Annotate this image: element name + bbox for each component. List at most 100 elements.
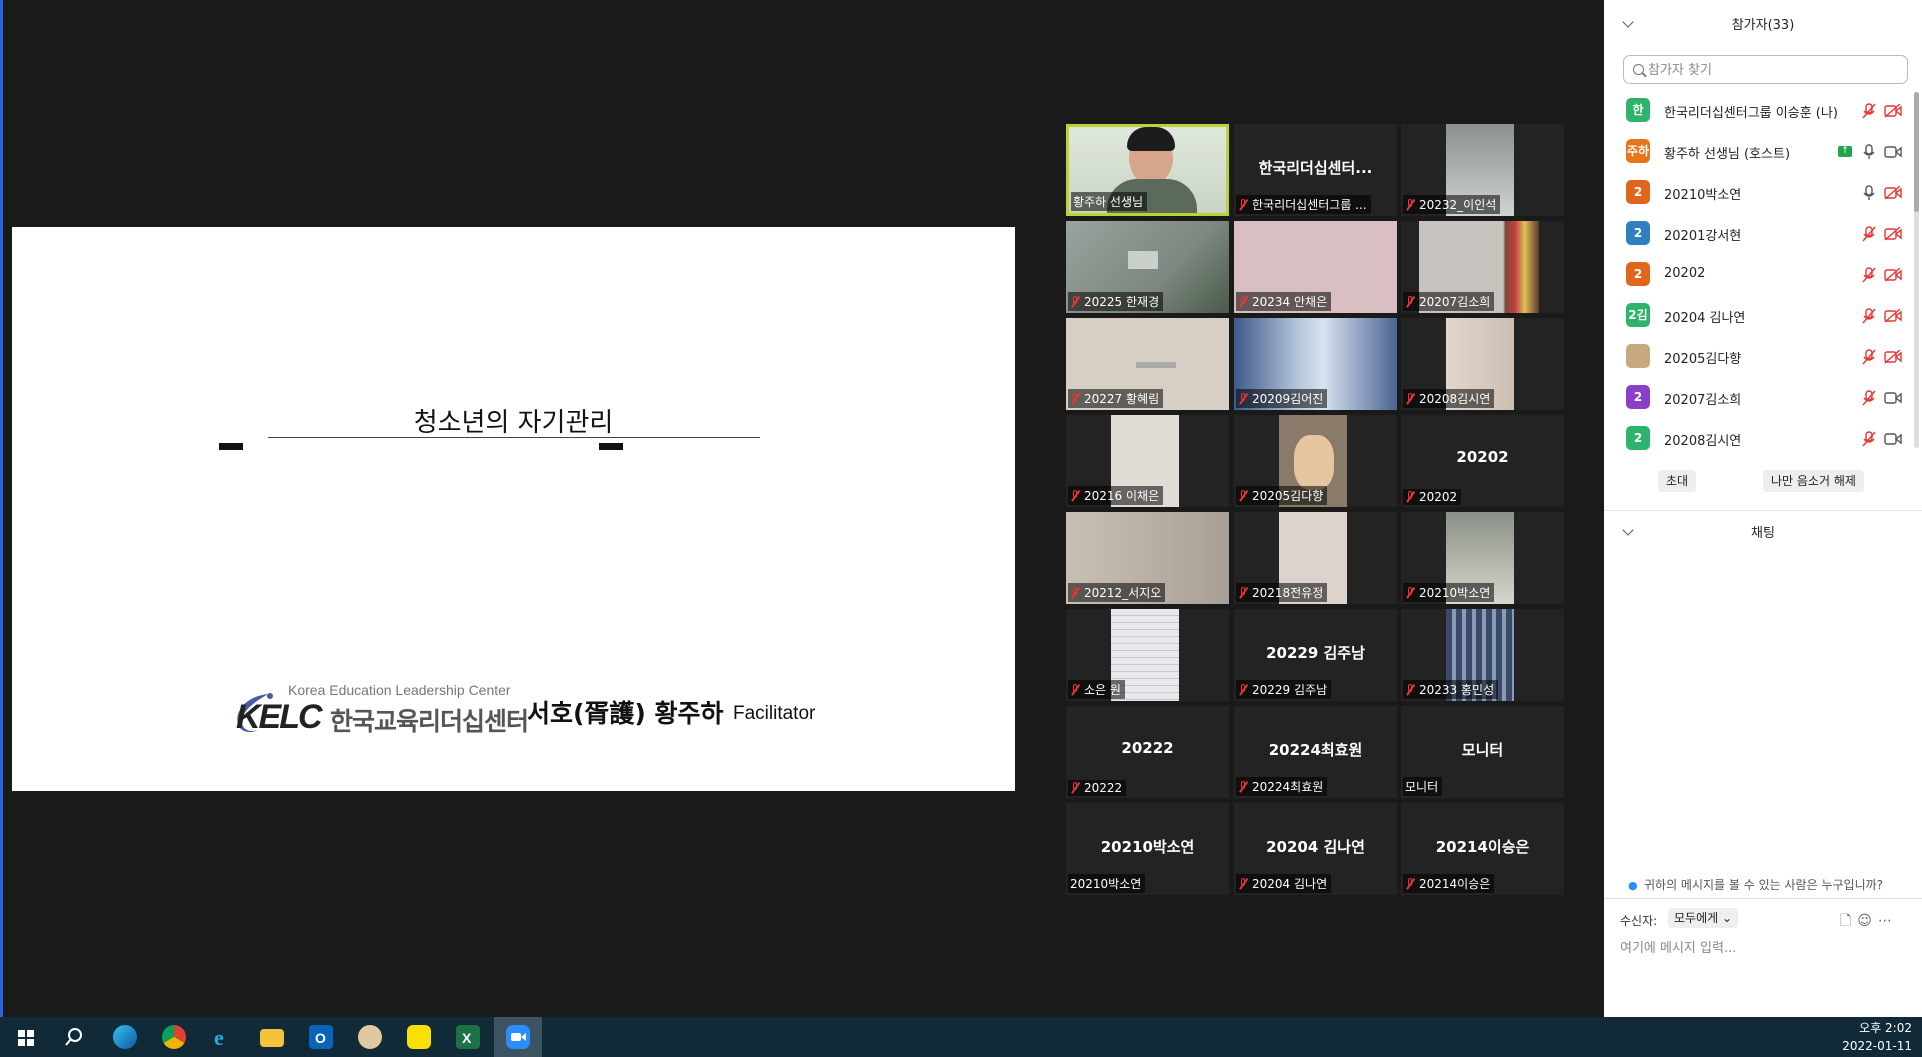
kakaotalk-icon[interactable] bbox=[407, 1025, 431, 1049]
muted-mic-icon[interactable] bbox=[1862, 431, 1876, 447]
outlook-icon[interactable]: O bbox=[309, 1025, 333, 1049]
video-tile[interactable]: 소은 원 bbox=[1066, 609, 1229, 701]
search-icon[interactable] bbox=[62, 1025, 86, 1049]
participant-list: 한 한국리더십센터그룹 이승훈 (나) 주하 황주하 선생님 (호스트) ↑ 2 20210… bbox=[1604, 92, 1922, 461]
participant-name: 20201강서현 bbox=[1664, 229, 1742, 244]
camera-off-icon[interactable] bbox=[1884, 350, 1902, 364]
participant-avatar: 2 bbox=[1626, 180, 1650, 204]
muted-mic-icon[interactable] bbox=[1862, 349, 1876, 365]
video-tile[interactable]: 20227 황혜림 bbox=[1066, 318, 1229, 410]
video-tile[interactable]: 20229 김주남 20229 김주남 bbox=[1234, 609, 1397, 701]
video-tile[interactable]: 20202 20202 bbox=[1401, 415, 1564, 507]
muted-mic-icon[interactable] bbox=[1862, 226, 1876, 242]
recipient-dropdown[interactable]: 모두에게 ⌄ bbox=[1668, 908, 1739, 928]
participants-header: 참가자(33) bbox=[1731, 18, 1795, 33]
file-explorer-icon[interactable] bbox=[260, 1029, 284, 1047]
camera-off-icon[interactable] bbox=[1884, 186, 1902, 200]
chat-message-input[interactable] bbox=[1618, 936, 1912, 960]
tile-name-text: 한국리더십센터그룹 ... bbox=[1252, 198, 1367, 212]
camera-off-icon[interactable] bbox=[1884, 268, 1902, 282]
participant-list-scrollbar[interactable] bbox=[1914, 92, 1919, 448]
participant-row[interactable]: 2김 20204 김나연 bbox=[1604, 297, 1922, 338]
camera-off-icon[interactable] bbox=[1884, 227, 1902, 241]
zoom-icon[interactable] bbox=[506, 1025, 530, 1049]
camera-icon[interactable] bbox=[1884, 145, 1902, 159]
video-tile[interactable]: 모니터 모니터 bbox=[1401, 706, 1564, 798]
mic-icon[interactable] bbox=[1862, 185, 1876, 201]
zoom-meeting-window: 청소년의 자기관리 Korea Education Leadership Cen… bbox=[0, 0, 1604, 1017]
video-tile[interactable]: 20210박소연 20210박소연 bbox=[1066, 803, 1229, 895]
tile-display-name: 20222 bbox=[1121, 739, 1174, 757]
mic-icon[interactable] bbox=[1862, 144, 1876, 160]
video-tile[interactable]: 20204 김나연 20204 김나연 bbox=[1234, 803, 1397, 895]
svg-text:O: O bbox=[315, 1030, 326, 1046]
video-tile[interactable]: 20218전유정 bbox=[1234, 512, 1397, 604]
tile-name-label: 황주하 선생님 bbox=[1071, 192, 1148, 211]
chat-visibility-info[interactable]: ● 귀하의 메시지를 볼 수 있는 사람은 누구입니까? bbox=[1628, 876, 1883, 893]
video-tile[interactable]: 20224최효원 20224최효원 bbox=[1234, 706, 1397, 798]
tile-name-text: 20227 황혜림 bbox=[1084, 392, 1160, 406]
video-tile[interactable]: 20234 안채은 bbox=[1234, 221, 1397, 313]
chrome-icon[interactable] bbox=[162, 1025, 186, 1049]
start-icon[interactable] bbox=[18, 1030, 34, 1046]
tile-name-label: 20232_이인석 bbox=[1403, 195, 1501, 214]
camera-off-icon[interactable] bbox=[1884, 104, 1902, 118]
video-tile[interactable]: 20225 한재경 bbox=[1066, 221, 1229, 313]
video-tile[interactable]: 20233 홍민성 bbox=[1401, 609, 1564, 701]
kelc-wordmark: KELC bbox=[236, 698, 323, 736]
tile-name-text: 20233 홍민성 bbox=[1419, 683, 1495, 697]
video-tile[interactable]: 황주하 선생님 bbox=[1066, 124, 1229, 216]
participant-row[interactable]: 2 20201강서현 bbox=[1604, 215, 1922, 256]
participant-row[interactable]: 주하 황주하 선생님 (호스트) ↑ bbox=[1604, 133, 1922, 174]
camera-icon[interactable] bbox=[1884, 432, 1902, 446]
participant-row[interactable]: 2 20207김소희 bbox=[1604, 379, 1922, 420]
taskbar-clock[interactable]: 오후 2:02 2022-01-11 bbox=[1842, 1019, 1912, 1055]
participant-row[interactable]: 20205김다향 bbox=[1604, 338, 1922, 379]
chat-tools[interactable]: 🗋☺⋯ bbox=[1840, 910, 1898, 934]
clock-time: 오후 2:02 bbox=[1859, 1021, 1912, 1035]
participant-row[interactable]: 한 한국리더십센터그룹 이승훈 (나) bbox=[1604, 92, 1922, 133]
camera-off-icon[interactable] bbox=[1884, 309, 1902, 323]
muted-mic-icon bbox=[1070, 392, 1080, 405]
participant-name: 한국리더십센터그룹 이승훈 (나) bbox=[1664, 106, 1838, 121]
participant-row[interactable]: 2 20210박소연 bbox=[1604, 174, 1922, 215]
video-tile[interactable]: 20207김소희 bbox=[1401, 221, 1564, 313]
ie-icon[interactable]: e bbox=[211, 1025, 235, 1050]
muted-mic-icon[interactable] bbox=[1862, 308, 1876, 324]
muted-mic-icon[interactable] bbox=[1862, 267, 1876, 283]
video-tile[interactable]: 20210박소연 bbox=[1401, 512, 1564, 604]
muted-mic-icon[interactable] bbox=[1862, 390, 1876, 406]
video-tile[interactable]: 20222 20222 bbox=[1066, 706, 1229, 798]
tile-name-text: 20210박소연 bbox=[1419, 586, 1491, 600]
video-tile[interactable]: 20214이승은 20214이승은 bbox=[1401, 803, 1564, 895]
video-tile[interactable]: 20216 이채은 bbox=[1066, 415, 1229, 507]
tile-name-text: 모니터 bbox=[1405, 780, 1439, 794]
tile-name-label: 20224최효원 bbox=[1236, 777, 1328, 796]
muted-mic-icon bbox=[1238, 489, 1248, 502]
tile-name-text: 20224최효원 bbox=[1252, 780, 1324, 794]
participant-row[interactable]: 2 20202 bbox=[1604, 256, 1922, 297]
edge-icon[interactable] bbox=[113, 1025, 137, 1049]
kelc-subtitle: Korea Education Leadership Center bbox=[288, 682, 511, 698]
video-tile[interactable]: 20232_이인석 bbox=[1401, 124, 1564, 216]
muted-mic-icon bbox=[1070, 782, 1080, 794]
share-screen-icon: ↑ bbox=[1838, 146, 1852, 157]
video-tile[interactable]: 20205김다향 bbox=[1234, 415, 1397, 507]
participant-search-input[interactable] bbox=[1646, 59, 1900, 81]
unmute-self-button[interactable]: 나만 음소거 해제 bbox=[1763, 470, 1864, 492]
video-tile[interactable]: 20209김어진 bbox=[1234, 318, 1397, 410]
invite-button[interactable]: 초대 bbox=[1658, 470, 1697, 492]
video-tile[interactable]: 20208김시연 bbox=[1401, 318, 1564, 410]
excel-icon[interactable]: X bbox=[456, 1025, 480, 1049]
tile-name-text: 20232_이인석 bbox=[1419, 198, 1497, 212]
participant-search[interactable] bbox=[1623, 55, 1908, 84]
participant-row[interactable]: 2 20208김시연 bbox=[1604, 420, 1922, 461]
video-tile[interactable]: 한국리더십센터... 한국리더십센터그룹 ... bbox=[1234, 124, 1397, 216]
paint-icon[interactable] bbox=[358, 1025, 382, 1049]
participant-name: 20202 bbox=[1664, 266, 1706, 281]
video-tile[interactable]: 20212_서지오 bbox=[1066, 512, 1229, 604]
muted-mic-icon[interactable] bbox=[1862, 103, 1876, 119]
camera-icon[interactable] bbox=[1884, 391, 1902, 405]
muted-mic-icon bbox=[1070, 489, 1080, 502]
tile-name-text: 황주하 선생님 bbox=[1073, 195, 1144, 209]
